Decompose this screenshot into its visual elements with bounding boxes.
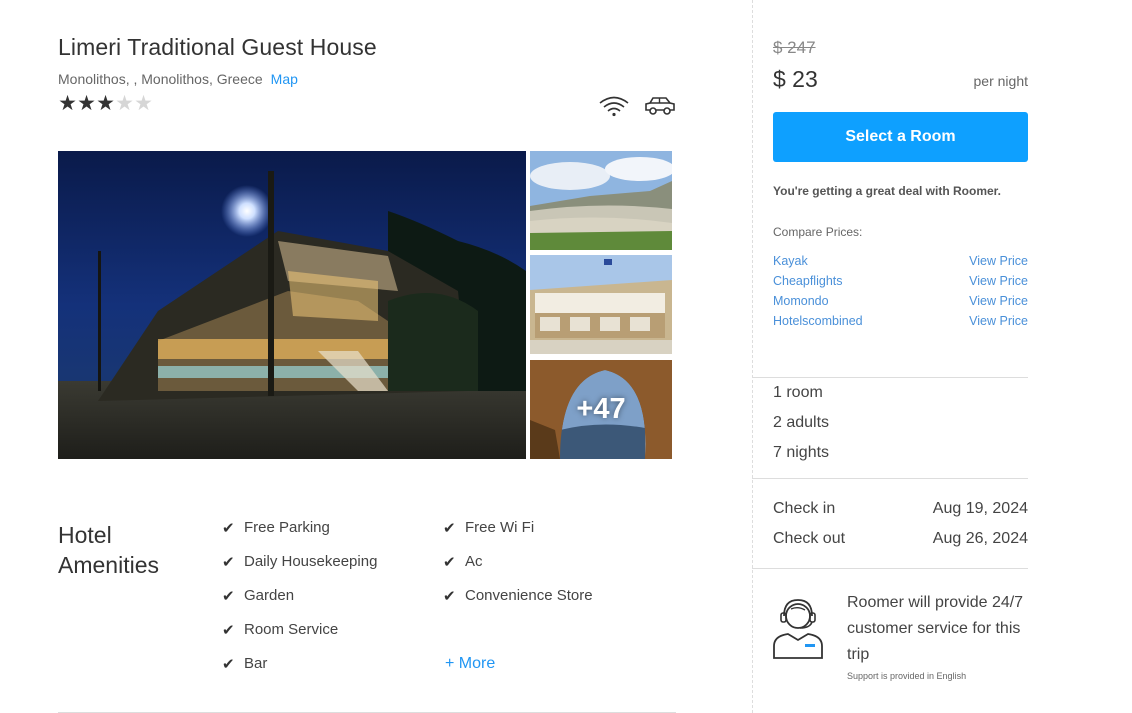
compare-prices-label: Compare Prices: xyxy=(773,225,863,239)
check-icon: ✔ xyxy=(222,656,235,673)
photo-gallery: +47 xyxy=(58,151,672,459)
amenity-item: ✔ Room Service xyxy=(222,621,339,639)
amenities-more-row: + More xyxy=(443,655,593,689)
support-agent-icon xyxy=(770,596,826,665)
view-price-link[interactable]: View Price xyxy=(969,274,1028,294)
support-language-note: Support is provided in English xyxy=(847,671,967,681)
amenity-item: ✔ Convenience Store xyxy=(443,587,593,605)
compare-prices-list: Kayak View Price Cheapflights View Price M… xyxy=(773,254,1028,334)
photo-count-label: +47 xyxy=(576,393,626,425)
hotel-address: Monolithos, , Monolithos, Greece Map xyxy=(58,71,298,87)
amenity-item: ✔ Garden xyxy=(222,587,295,605)
star-icon: ★ xyxy=(77,92,96,115)
nights-count: 7 nights xyxy=(773,444,830,461)
feature-icons xyxy=(598,95,676,122)
column-divider xyxy=(752,0,753,713)
check-icon: ✔ xyxy=(443,520,456,537)
star-icon: ★ xyxy=(58,92,77,115)
amenities-title: Hotel Amenities xyxy=(58,522,159,578)
wifi-icon xyxy=(598,95,630,122)
sidebar-divider xyxy=(752,568,1028,569)
amenity-item: ✔ Daily Housekeeping xyxy=(222,553,378,571)
compare-row: Kayak View Price xyxy=(773,254,1028,274)
amenity-item: ✔ Free Wi Fi xyxy=(443,519,535,537)
hotel-title: Limeri Traditional Guest House xyxy=(58,34,377,60)
checkout-date: Aug 26, 2024 xyxy=(932,530,1028,547)
original-price: $ 247 xyxy=(773,38,816,57)
amenities-column-1: ✔ Free Parking ✔ Daily Housekeeping ✔ Garde… xyxy=(222,519,377,689)
adults-count: 2 adults xyxy=(773,414,830,431)
check-icon: ✔ xyxy=(443,554,456,571)
sidebar-divider xyxy=(752,478,1028,479)
provider-link-momondo[interactable]: Momondo xyxy=(773,294,829,314)
check-icon: ✔ xyxy=(222,554,235,571)
star-icon: ★ xyxy=(96,92,115,115)
check-icon: ✔ xyxy=(222,520,235,537)
main-hotel-photo[interactable] xyxy=(58,151,526,459)
view-price-link[interactable]: View Price xyxy=(969,314,1028,334)
amenity-item: ✔ Bar xyxy=(222,655,268,673)
rooms-count: 1 room xyxy=(773,384,823,401)
provider-link-kayak[interactable]: Kayak xyxy=(773,254,808,274)
current-price: $ 23 xyxy=(773,66,818,92)
gallery-more-photos[interactable]: +47 xyxy=(530,360,672,459)
amenity-spacer xyxy=(443,621,593,655)
amenities-column-2: ✔ Free Wi Fi ✔ Ac ✔ Convenience Store + Mor… xyxy=(443,519,593,689)
provider-link-hotelscombined[interactable]: Hotelscombined xyxy=(773,314,863,334)
checkin-date: Aug 19, 2024 xyxy=(932,500,1028,517)
check-icon: ✔ xyxy=(443,588,456,605)
check-icon: ✔ xyxy=(222,622,235,639)
checkin-label: Check in xyxy=(773,500,836,517)
checkin-row: Check in Aug 19, 2024 xyxy=(773,500,1028,518)
deal-message: You're getting a great deal with Roomer. xyxy=(773,184,1001,198)
support-message: Roomer will provide 24/7 customer servic… xyxy=(847,594,1024,663)
car-icon xyxy=(644,95,676,122)
view-price-link[interactable]: View Price xyxy=(969,294,1028,314)
address-text: Monolithos, , Monolithos, Greece xyxy=(58,71,263,87)
map-link[interactable]: Map xyxy=(271,71,298,87)
compare-row: Cheapflights View Price xyxy=(773,274,1028,294)
check-icon: ✔ xyxy=(222,588,235,605)
provider-link-cheapflights[interactable]: Cheapflights xyxy=(773,274,843,294)
gallery-thumbnail[interactable] xyxy=(530,151,672,250)
per-night-label: per night xyxy=(973,73,1028,89)
more-amenities-link[interactable]: + More xyxy=(443,655,495,673)
star-empty-icon: ★ xyxy=(115,92,134,115)
view-price-link[interactable]: View Price xyxy=(969,254,1028,274)
checkout-label: Check out xyxy=(773,530,846,547)
amenity-item: ✔ Ac xyxy=(443,553,483,571)
sidebar-divider xyxy=(752,377,1028,378)
star-rating: ★★★★★ xyxy=(58,91,153,116)
select-room-button[interactable]: Select a Room xyxy=(773,112,1028,162)
star-empty-icon: ★ xyxy=(134,92,153,115)
gallery-thumbnail[interactable] xyxy=(530,255,672,354)
checkout-row: Check out Aug 26, 2024 xyxy=(773,530,1028,548)
compare-row: Momondo View Price xyxy=(773,294,1028,314)
compare-row: Hotelscombined View Price xyxy=(773,314,1028,334)
amenity-item: ✔ Free Parking xyxy=(222,519,330,537)
